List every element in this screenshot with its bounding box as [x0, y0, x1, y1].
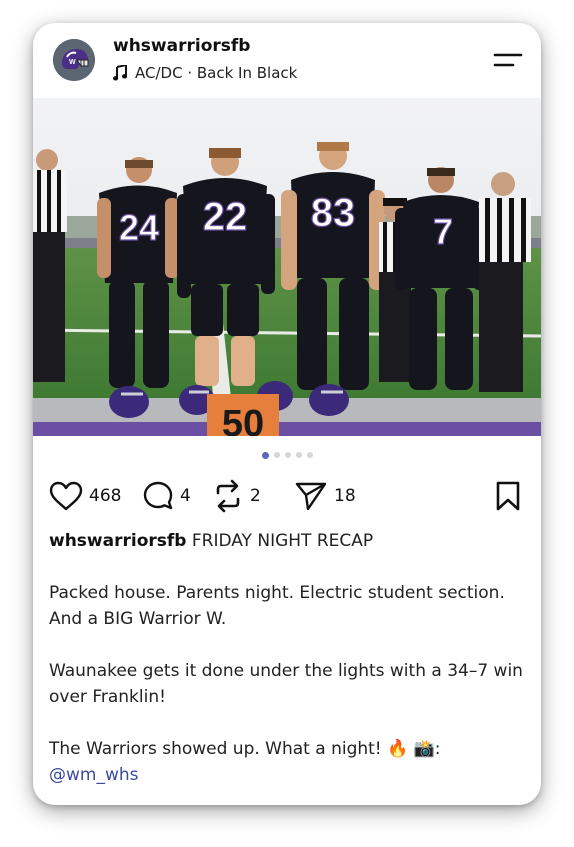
- action-bar: 468 4 2 18: [49, 478, 529, 514]
- like-count: 468: [89, 486, 122, 506]
- carousel-dot[interactable]: [273, 452, 280, 458]
- menu-icon: [493, 53, 523, 67]
- comment-button[interactable]: 4: [142, 478, 191, 514]
- svg-text:W: W: [69, 59, 76, 66]
- carousel-dot[interactable]: [306, 452, 313, 458]
- save-button[interactable]: [493, 481, 523, 511]
- repost-icon: [216, 479, 240, 513]
- music-track[interactable]: AC/DC · Back In Black: [113, 63, 297, 83]
- football-players-photo: 24 22 83 7 50: [33, 98, 541, 445]
- post-username[interactable]: whswarriorsfb: [113, 36, 250, 56]
- svg-text:50: 50: [222, 403, 264, 436]
- bookmark-icon: [496, 481, 520, 511]
- music-label: AC/DC · Back In Black: [135, 64, 298, 82]
- caption-paragraph: The Warriors showed up. What a night! 🔥 …: [49, 736, 529, 788]
- caption-header: whswarriorsfb FRIDAY NIGHT RECAP: [49, 528, 529, 554]
- caption-text: The Warriors showed up. What a night! 🔥 …: [49, 739, 441, 759]
- carousel-dot[interactable]: [284, 452, 291, 458]
- yard-marker: 50: [207, 394, 279, 445]
- post-card: W whswarriorsfb AC/DC · Back In Black 24…: [33, 23, 541, 805]
- repost-count: 2: [250, 486, 261, 506]
- caption-paragraph: Waunakee gets it done under the lights w…: [49, 661, 523, 707]
- helmet-logo: W: [53, 39, 95, 81]
- carousel-indicator: [33, 452, 541, 462]
- share-button[interactable]: 18: [294, 478, 356, 514]
- caption-username[interactable]: whswarriorsfb: [49, 531, 186, 551]
- svg-text:83: 83: [311, 191, 356, 235]
- svg-text:24: 24: [119, 207, 159, 248]
- caption-paragraph: Packed house. Parents night. Electric st…: [49, 583, 505, 629]
- heart-icon: [49, 481, 83, 511]
- share-count: 18: [334, 486, 356, 506]
- svg-text:22: 22: [203, 195, 248, 239]
- like-button[interactable]: 468: [49, 478, 121, 514]
- comment-count: 4: [180, 486, 191, 506]
- carousel-dot-active[interactable]: [261, 452, 269, 459]
- music-note-icon: [113, 65, 127, 81]
- post-image[interactable]: 24 22 83 7 50: [33, 98, 541, 445]
- mention-link[interactable]: @wm_whs: [49, 765, 139, 785]
- repost-button[interactable]: 2: [212, 478, 261, 514]
- post-caption: whswarriorsfb FRIDAY NIGHT RECAP Packed …: [49, 528, 529, 788]
- caption-title: FRIDAY NIGHT RECAP: [186, 531, 374, 551]
- avatar[interactable]: W: [53, 39, 95, 81]
- referee-figure-left: [33, 149, 67, 382]
- menu-button[interactable]: [493, 51, 523, 71]
- comment-icon: [143, 481, 173, 510]
- send-icon: [295, 482, 327, 511]
- svg-text:7: 7: [433, 211, 453, 252]
- carousel-dot[interactable]: [295, 452, 302, 458]
- post-header: W whswarriorsfb AC/DC · Back In Black: [33, 23, 541, 98]
